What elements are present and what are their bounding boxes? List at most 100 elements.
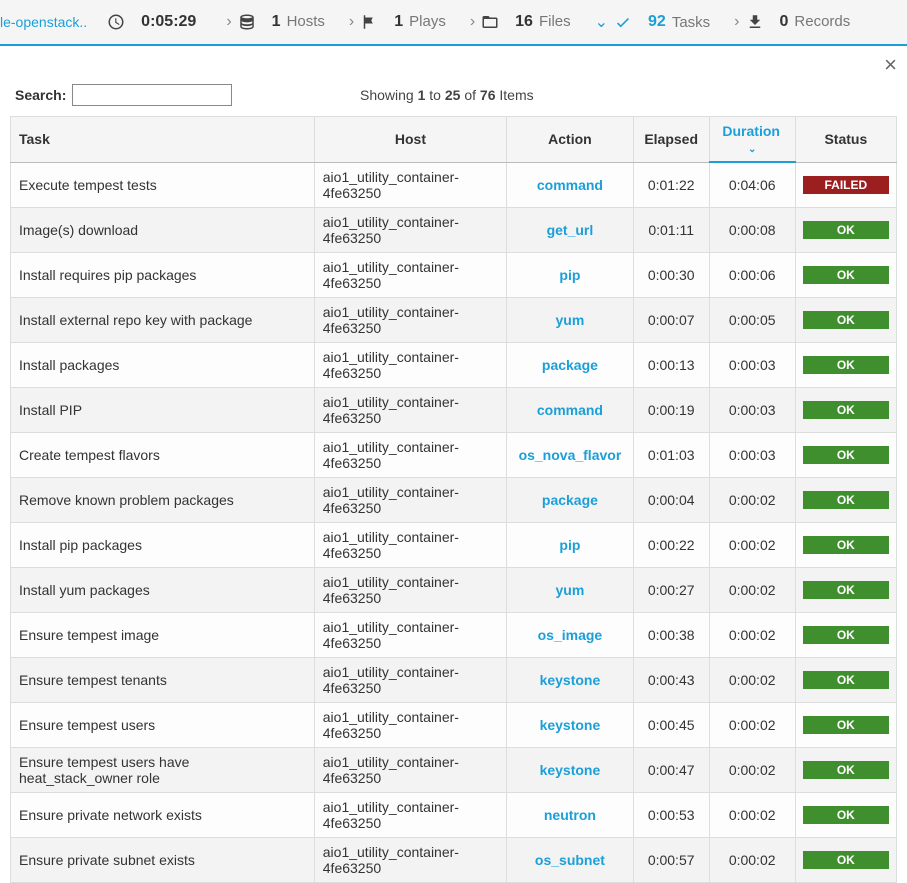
status-badge[interactable]: OK [803, 311, 889, 329]
cell-host: aio1_utility_container-4fe63250 [314, 837, 506, 882]
cell-action: yum [507, 297, 634, 342]
table-row: Ensure tempest usersaio1_utility_contain… [11, 702, 897, 747]
stat-hosts[interactable]: › 1 Hosts [222, 13, 325, 31]
action-link[interactable]: get_url [547, 222, 594, 238]
table-row: Remove known problem packagesaio1_utilit… [11, 477, 897, 522]
breadcrumb-link[interactable]: le-openstack.. [0, 14, 87, 30]
cell-task: Install yum packages [11, 567, 315, 612]
stat-tasks[interactable]: ⌄ 92 Tasks [591, 12, 711, 32]
action-link[interactable]: yum [556, 582, 585, 598]
cell-status: OK [795, 477, 896, 522]
cell-status: OK [795, 252, 896, 297]
cell-duration: 0:00:08 [709, 207, 795, 252]
cell-elapsed: 0:01:03 [633, 432, 709, 477]
cell-status: OK [795, 297, 896, 342]
status-badge[interactable]: OK [803, 716, 889, 734]
cell-duration: 0:00:02 [709, 792, 795, 837]
plays-count: 1 [394, 13, 403, 31]
action-link[interactable]: pip [559, 537, 580, 553]
cell-action: pip [507, 252, 634, 297]
status-badge[interactable]: OK [803, 401, 889, 419]
cell-action: get_url [507, 207, 634, 252]
records-count: 0 [780, 13, 789, 31]
stat-records[interactable]: › 0 Records [730, 13, 850, 31]
cell-action: keystone [507, 747, 634, 792]
close-icon[interactable]: × [884, 52, 897, 77]
cell-status: OK [795, 387, 896, 432]
action-link[interactable]: pip [559, 267, 580, 283]
action-link[interactable]: os_subnet [535, 852, 605, 868]
cell-elapsed: 0:00:13 [633, 342, 709, 387]
col-elapsed[interactable]: Elapsed [633, 117, 709, 163]
cell-status: OK [795, 567, 896, 612]
status-badge[interactable]: OK [803, 851, 889, 869]
cell-task: Install pip packages [11, 522, 315, 567]
search-input[interactable] [72, 84, 232, 106]
cell-status: OK [795, 432, 896, 477]
status-badge[interactable]: OK [803, 536, 889, 554]
cell-elapsed: 0:00:04 [633, 477, 709, 522]
status-badge[interactable]: OK [803, 761, 889, 779]
download-icon [746, 13, 772, 31]
status-badge[interactable]: OK [803, 356, 889, 374]
table-row: Install pip packagesaio1_utility_contain… [11, 522, 897, 567]
time-value: 0:05:29 [141, 13, 196, 31]
col-status[interactable]: Status [795, 117, 896, 163]
action-link[interactable]: package [542, 357, 598, 373]
action-link[interactable]: keystone [540, 762, 601, 778]
cell-status: OK [795, 207, 896, 252]
action-link[interactable]: package [542, 492, 598, 508]
cell-task: Ensure tempest image [11, 612, 315, 657]
toolbar: Search: Showing 1 to 25 of 76 Items [0, 78, 907, 116]
flag-icon [360, 13, 386, 31]
records-label: Records [794, 13, 850, 30]
action-link[interactable]: keystone [540, 717, 601, 733]
action-link[interactable]: command [537, 402, 603, 418]
chevron-right-icon: › [226, 13, 231, 31]
stat-time: 0:05:29 [107, 13, 202, 31]
cell-action: package [507, 477, 634, 522]
cell-duration: 0:00:02 [709, 657, 795, 702]
action-link[interactable]: yum [556, 312, 585, 328]
status-badge[interactable]: OK [803, 626, 889, 644]
action-link[interactable]: command [537, 177, 603, 193]
table-row: Ensure tempest tenantsaio1_utility_conta… [11, 657, 897, 702]
status-badge[interactable]: FAILED [803, 176, 889, 194]
action-link[interactable]: keystone [540, 672, 601, 688]
action-link[interactable]: neutron [544, 807, 596, 823]
col-host[interactable]: Host [314, 117, 506, 163]
status-badge[interactable]: OK [803, 266, 889, 284]
table-row: Ensure private network existsaio1_utilit… [11, 792, 897, 837]
stat-plays[interactable]: › 1 Plays [345, 13, 446, 31]
cell-host: aio1_utility_container-4fe63250 [314, 522, 506, 567]
status-badge[interactable]: OK [803, 806, 889, 824]
status-badge[interactable]: OK [803, 446, 889, 464]
cell-action: keystone [507, 702, 634, 747]
col-task[interactable]: Task [11, 117, 315, 163]
cell-host: aio1_utility_container-4fe63250 [314, 567, 506, 612]
cell-action: os_image [507, 612, 634, 657]
status-badge[interactable]: OK [803, 581, 889, 599]
hosts-label: Hosts [287, 13, 325, 30]
cell-duration: 0:00:05 [709, 297, 795, 342]
table-row: Install PIPaio1_utility_container-4fe632… [11, 387, 897, 432]
col-duration[interactable]: Duration ⌄ [709, 117, 795, 163]
cell-elapsed: 0:01:22 [633, 162, 709, 207]
action-link[interactable]: os_nova_flavor [519, 447, 622, 463]
status-badge[interactable]: OK [803, 221, 889, 239]
action-link[interactable]: os_image [538, 627, 603, 643]
cell-task: Ensure tempest users have heat_stack_own… [11, 747, 315, 792]
chevron-down-icon: ⌄ [595, 12, 608, 32]
sort-desc-icon: ⌄ [748, 144, 756, 155]
cell-action: command [507, 387, 634, 432]
status-badge[interactable]: OK [803, 491, 889, 509]
cell-action: yum [507, 567, 634, 612]
stat-files[interactable]: › 16 Files [466, 13, 571, 31]
cell-duration: 0:00:02 [709, 612, 795, 657]
status-badge[interactable]: OK [803, 671, 889, 689]
cell-status: OK [795, 747, 896, 792]
cell-host: aio1_utility_container-4fe63250 [314, 207, 506, 252]
breadcrumb[interactable]: le-openstack.. [0, 14, 87, 30]
cell-host: aio1_utility_container-4fe63250 [314, 387, 506, 432]
col-action[interactable]: Action [507, 117, 634, 163]
